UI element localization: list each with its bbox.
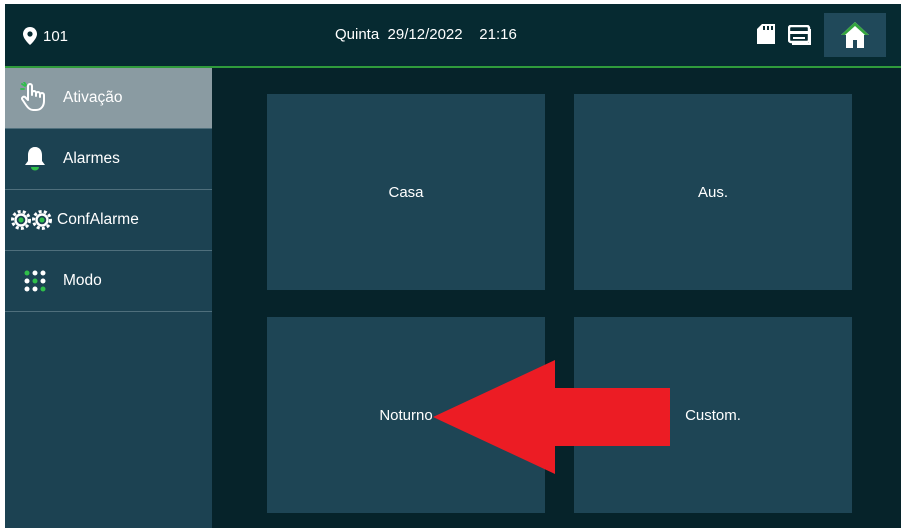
mode-label: Aus. [697, 183, 728, 201]
mode-tile-casa[interactable]: Casa [267, 94, 545, 290]
status-bar: 101 Quinta 29/12/2022 21:16 [5, 4, 901, 68]
sidebar-item-confalarme[interactable]: ConfAlarme [5, 190, 212, 251]
gears-icon [9, 204, 55, 236]
hand-pointer-icon [15, 82, 55, 114]
room-indicator: 101 [23, 24, 68, 48]
home-button[interactable] [824, 13, 886, 57]
weekday: Quinta [335, 26, 380, 43]
device-screen: 101 Quinta 29/12/2022 21:16 Ativação Ala… [5, 4, 901, 528]
sidebar-item-alarmes[interactable]: Alarmes [5, 129, 212, 190]
bell-icon [15, 143, 55, 175]
mode-label: Casa [388, 183, 424, 201]
access-card-icon [788, 25, 811, 45]
date: 29/12/2022 [387, 26, 463, 43]
sidebar-item-label: Ativação [63, 89, 123, 106]
sidebar-item-label: Modo [63, 272, 102, 289]
date-time: Quinta 29/12/2022 21:16 [335, 26, 517, 43]
sd-card-icon [757, 24, 775, 44]
sidebar-item-label: Alarmes [63, 150, 120, 167]
home-icon [841, 22, 869, 48]
sidebar: Ativação Alarmes ConfAlarme Modo [5, 68, 212, 528]
mode-tile-aus[interactable]: Aus. [574, 94, 852, 290]
time: 21:16 [479, 26, 517, 43]
sidebar-item-ativacao[interactable]: Ativação [5, 68, 212, 129]
room-number: 101 [43, 27, 69, 45]
red-arrow-icon [433, 360, 670, 474]
location-pin-icon [23, 27, 37, 45]
sidebar-item-modo[interactable]: Modo [5, 251, 212, 312]
mode-label: Noturno [379, 406, 433, 424]
sidebar-item-label: ConfAlarme [57, 211, 139, 228]
mode-label: Custom. [685, 406, 741, 424]
dots-grid-icon [15, 265, 55, 297]
